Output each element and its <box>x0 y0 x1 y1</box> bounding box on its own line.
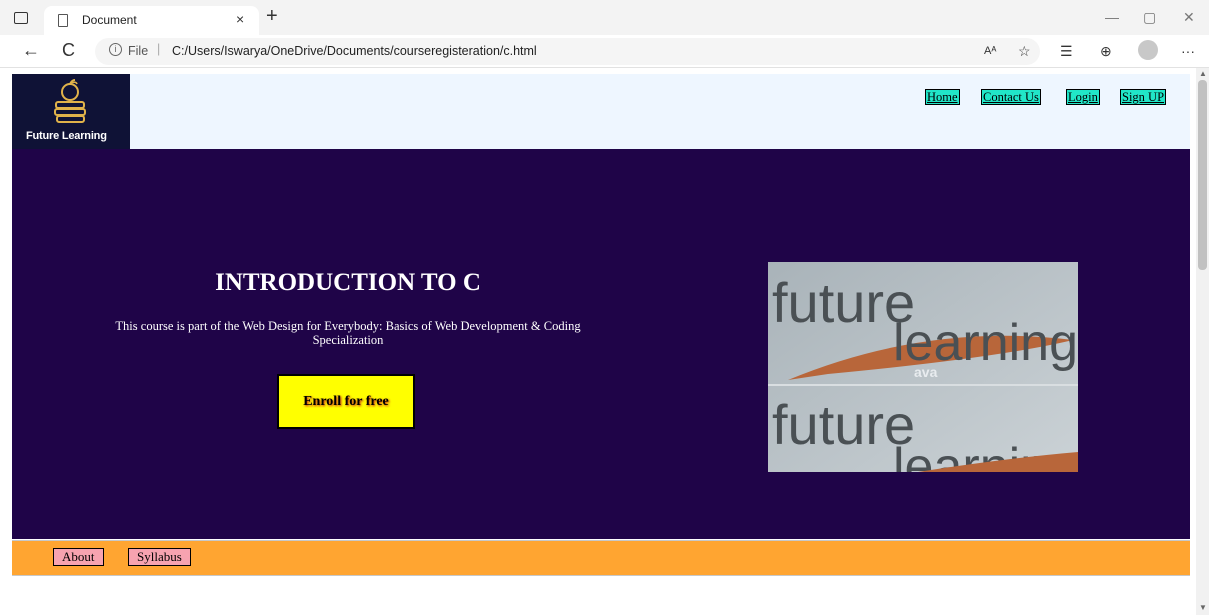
site-info-icon[interactable]: i <box>109 43 122 56</box>
close-tab-icon[interactable]: × <box>236 11 244 27</box>
logo-text: Future Learning <box>26 130 107 142</box>
browser-tab-bar: Document × + — ▢ ✕ <box>0 0 1209 35</box>
address-bar-row: ← C i File | C:/Users/Iswarya/OneDrive/D… <box>0 35 1209 68</box>
tab-title: Document <box>82 13 137 27</box>
url-text[interactable]: C:/Users/Iswarya/OneDrive/Documents/cour… <box>172 44 537 58</box>
nav-home-link[interactable]: Home <box>925 89 960 105</box>
nav-contact-link[interactable]: Contact Us <box>981 89 1041 105</box>
course-image: future learning ava future learning <box>768 262 1078 472</box>
address-bar[interactable]: i File | C:/Users/Iswarya/OneDrive/Docum… <box>95 38 1040 65</box>
file-label: File <box>128 44 149 58</box>
scroll-up-icon[interactable]: ▲ <box>1199 69 1207 78</box>
favorites-icon[interactable]: ☰ <box>1060 43 1073 60</box>
image-word-ava: ava <box>914 364 938 380</box>
books-apple-logo-icon <box>54 79 86 123</box>
read-aloud-icon[interactable]: Aᴬ <box>984 45 996 57</box>
menu-icon[interactable]: ··· <box>1181 43 1195 59</box>
site-header: Future Learning Home Contact Us Login Si… <box>12 74 1190 149</box>
back-icon[interactable]: ← <box>22 40 40 61</box>
restore-icon[interactable]: ▢ <box>1143 9 1156 26</box>
reload-icon[interactable]: C <box>62 40 75 61</box>
course-title: INTRODUCTION TO C <box>215 269 481 296</box>
document-icon <box>58 14 68 27</box>
page-scrollbar[interactable]: ▲ ▼ <box>1196 68 1209 615</box>
new-tab-button[interactable]: + <box>266 5 278 28</box>
scrollbar-thumb[interactable] <box>1198 80 1207 270</box>
nav-login-link[interactable]: Login <box>1066 89 1100 105</box>
course-description: This course is part of the Web Design fo… <box>115 319 581 347</box>
url-separator: | <box>157 42 161 56</box>
site-logo[interactable]: Future Learning <box>12 74 130 149</box>
syllabus-link[interactable]: Syllabus <box>128 548 191 566</box>
browser-tab[interactable]: Document × <box>44 6 259 35</box>
future-learning-banner-image: future learning ava future learning <box>768 262 1078 472</box>
collections-icon[interactable]: ⊕ <box>1100 43 1112 60</box>
scroll-down-icon[interactable]: ▼ <box>1199 603 1207 612</box>
minimize-icon[interactable]: — <box>1105 9 1119 25</box>
about-link[interactable]: About <box>53 548 104 566</box>
enroll-button[interactable]: Enroll for free <box>277 374 415 429</box>
close-window-icon[interactable]: ✕ <box>1183 9 1195 26</box>
add-favorite-icon[interactable]: ☆ <box>1018 43 1031 60</box>
tab-actions-icon[interactable] <box>14 12 28 24</box>
nav-signup-link[interactable]: Sign UP <box>1120 89 1167 105</box>
hero-section: INTRODUCTION TO C This course is part of… <box>12 149 1190 539</box>
course-tabs-bar: About Syllabus <box>12 540 1190 576</box>
profile-avatar[interactable] <box>1138 40 1158 60</box>
